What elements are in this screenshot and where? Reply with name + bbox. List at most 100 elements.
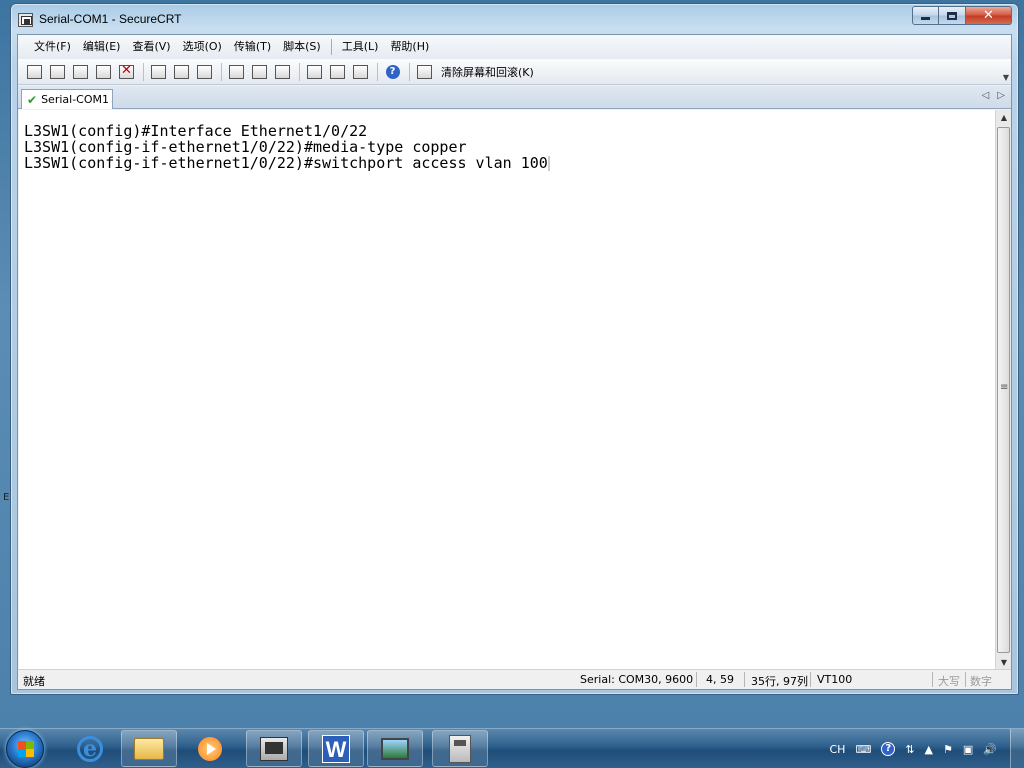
- copy-icon[interactable]: [148, 62, 169, 82]
- scroll-up-icon[interactable]: ▲: [996, 110, 1012, 126]
- start-button[interactable]: [6, 730, 44, 768]
- maximize-button[interactable]: [939, 6, 966, 25]
- help-icon-button[interactable]: ?: [382, 62, 403, 82]
- menu-help[interactable]: 帮助(H): [384, 37, 435, 57]
- reconnect-icon[interactable]: [93, 62, 114, 82]
- status-divider: [696, 672, 697, 687]
- status-divider: [965, 672, 966, 687]
- session-tab-bar: ✔ Serial-COM1 ◁ ▷: [18, 86, 1011, 109]
- terminal-line: L3SW1(config-if-ethernet1/0/22)#media-ty…: [24, 138, 467, 156]
- clear-screen-icon[interactable]: [414, 62, 435, 82]
- global-options-icon[interactable]: [327, 62, 348, 82]
- toolbar-overflow-icon[interactable]: ▼: [1003, 73, 1009, 82]
- taskbar-calculator[interactable]: [432, 730, 488, 767]
- taskbar-screenshot-app[interactable]: [367, 730, 423, 767]
- network-icon[interactable]: ▣: [963, 743, 973, 756]
- status-cursor-position: 4, 59: [706, 673, 734, 686]
- tab-serial-com1[interactable]: ✔ Serial-COM1: [21, 89, 113, 109]
- language-indicator[interactable]: CH: [829, 743, 845, 756]
- securecrt-icon: [260, 736, 288, 761]
- status-ready: 就绪: [23, 675, 45, 688]
- print-selection-icon[interactable]: [249, 62, 270, 82]
- menu-separator: [330, 39, 332, 55]
- disconnect-icon[interactable]: [116, 62, 137, 82]
- internet-explorer-icon: e: [77, 735, 103, 762]
- client-area: 文件(F) 编辑(E) 查看(V) 选项(O) 传输(T) 脚本(S) 工具(L…: [17, 34, 1012, 690]
- quick-connect-icon[interactable]: [47, 62, 68, 82]
- menu-transfer[interactable]: 传输(T): [228, 37, 277, 57]
- menu-script[interactable]: 脚本(S): [277, 37, 327, 57]
- system-tray: CH ⌨ ? ⇅ ▲ ⚑ ▣ 🔊: [824, 729, 1024, 768]
- connected-check-icon: ✔: [27, 92, 38, 107]
- status-rows-cols: 35行, 97列: [751, 675, 808, 688]
- toolbar-separator: [377, 62, 378, 81]
- menu-view[interactable]: 查看(V): [126, 37, 176, 57]
- paste-icon[interactable]: [171, 62, 192, 82]
- word-icon: W: [322, 734, 350, 763]
- show-hidden-icons-icon[interactable]: ▲: [925, 743, 933, 756]
- action-center-flag-icon[interactable]: ⚑: [943, 743, 953, 756]
- menu-bar: 文件(F) 编辑(E) 查看(V) 选项(O) 传输(T) 脚本(S) 工具(L…: [18, 35, 1011, 59]
- connect-icon[interactable]: [24, 62, 45, 82]
- status-emulation: VT100: [817, 673, 853, 686]
- toolbar-separator: [221, 62, 222, 81]
- taskbar-word[interactable]: W: [308, 730, 364, 767]
- status-divider: [744, 672, 745, 687]
- status-divider: [932, 672, 933, 687]
- scroll-thumb[interactable]: [997, 127, 1010, 653]
- help-icon: ?: [385, 64, 400, 79]
- desktop-edge-text: E: [3, 492, 10, 503]
- calculator-icon: [449, 734, 471, 763]
- close-icon: ✕: [983, 8, 994, 23]
- ime-help-icon[interactable]: ?: [881, 742, 896, 756]
- ime-options-icon[interactable]: ⇅: [905, 743, 914, 756]
- maximize-icon: [947, 11, 957, 20]
- status-connection: Serial: COM30, 9600: [580, 673, 694, 686]
- find-icon[interactable]: [194, 62, 215, 82]
- volume-icon[interactable]: 🔊: [983, 743, 997, 756]
- vertical-scrollbar[interactable]: ▲ ▼: [995, 110, 1011, 671]
- print-setup-icon[interactable]: [272, 62, 293, 82]
- title-bar[interactable]: Serial-COM1 - SecureCRT ✕: [11, 4, 1018, 34]
- print-icon[interactable]: [226, 62, 247, 82]
- clear-screen-button[interactable]: 清除屏幕和回滚(K): [441, 64, 534, 80]
- session-options-icon[interactable]: [304, 62, 325, 82]
- monitor-icon: [381, 737, 409, 760]
- toolbar-separator: [143, 62, 144, 81]
- taskbar-media-player[interactable]: [182, 730, 238, 767]
- connect-tab-icon[interactable]: [70, 62, 91, 82]
- terminal-line: L3SW1(config)#Interface Ethernet1/0/22: [24, 122, 368, 140]
- securecrt-window: Serial-COM1 - SecureCRT ✕ 文件(F) 编辑(E) 查看…: [10, 3, 1019, 695]
- show-desktop-button[interactable]: [1010, 729, 1024, 768]
- close-button[interactable]: ✕: [966, 6, 1012, 25]
- taskbar-ie[interactable]: e: [62, 730, 118, 767]
- keyboard-icon[interactable]: ⌨: [855, 743, 871, 756]
- tab-scroll-right-icon[interactable]: ▷: [997, 90, 1005, 101]
- window-title: Serial-COM1 - SecureCRT: [39, 12, 182, 26]
- minimize-button[interactable]: [912, 6, 939, 25]
- minimize-icon: [921, 17, 930, 20]
- menu-options[interactable]: 选项(O): [177, 37, 228, 57]
- status-caps-lock: 大写: [938, 675, 960, 688]
- terminal-view[interactable]: L3SW1(config)#Interface Ethernet1/0/22 L3…: [19, 110, 996, 671]
- terminal-cursor: [547, 156, 550, 171]
- terminal-line-current: L3SW1(config-if-ethernet1/0/22)#switchpo…: [24, 155, 995, 171]
- menu-edit[interactable]: 编辑(E): [77, 37, 127, 57]
- folder-icon: [134, 737, 164, 760]
- tab-scroll-arrows: ◁ ▷: [982, 90, 1005, 101]
- windows-logo-icon: [18, 741, 34, 757]
- taskbar-explorer[interactable]: [121, 730, 177, 767]
- window-controls: ✕: [912, 6, 1012, 25]
- taskbar-securecrt[interactable]: [246, 730, 302, 767]
- menu-file[interactable]: 文件(F): [28, 37, 77, 57]
- status-num-lock: 数字: [970, 675, 992, 688]
- terminal-line: L3SW1(config-if-ethernet1/0/22)#switchpo…: [24, 154, 548, 172]
- menu-tools[interactable]: 工具(L): [336, 37, 385, 57]
- media-player-icon: [198, 736, 222, 761]
- toolbar-separator: [409, 62, 410, 81]
- keymap-icon[interactable]: [350, 62, 371, 82]
- securecrt-app-icon[interactable]: [18, 13, 33, 27]
- taskbar: e W CH ⌨ ? ⇅ ▲ ⚑ ▣ 🔊: [0, 728, 1024, 768]
- toolbar: ? 清除屏幕和回滚(K) ▼: [18, 59, 1011, 85]
- tab-scroll-left-icon[interactable]: ◁: [982, 90, 990, 101]
